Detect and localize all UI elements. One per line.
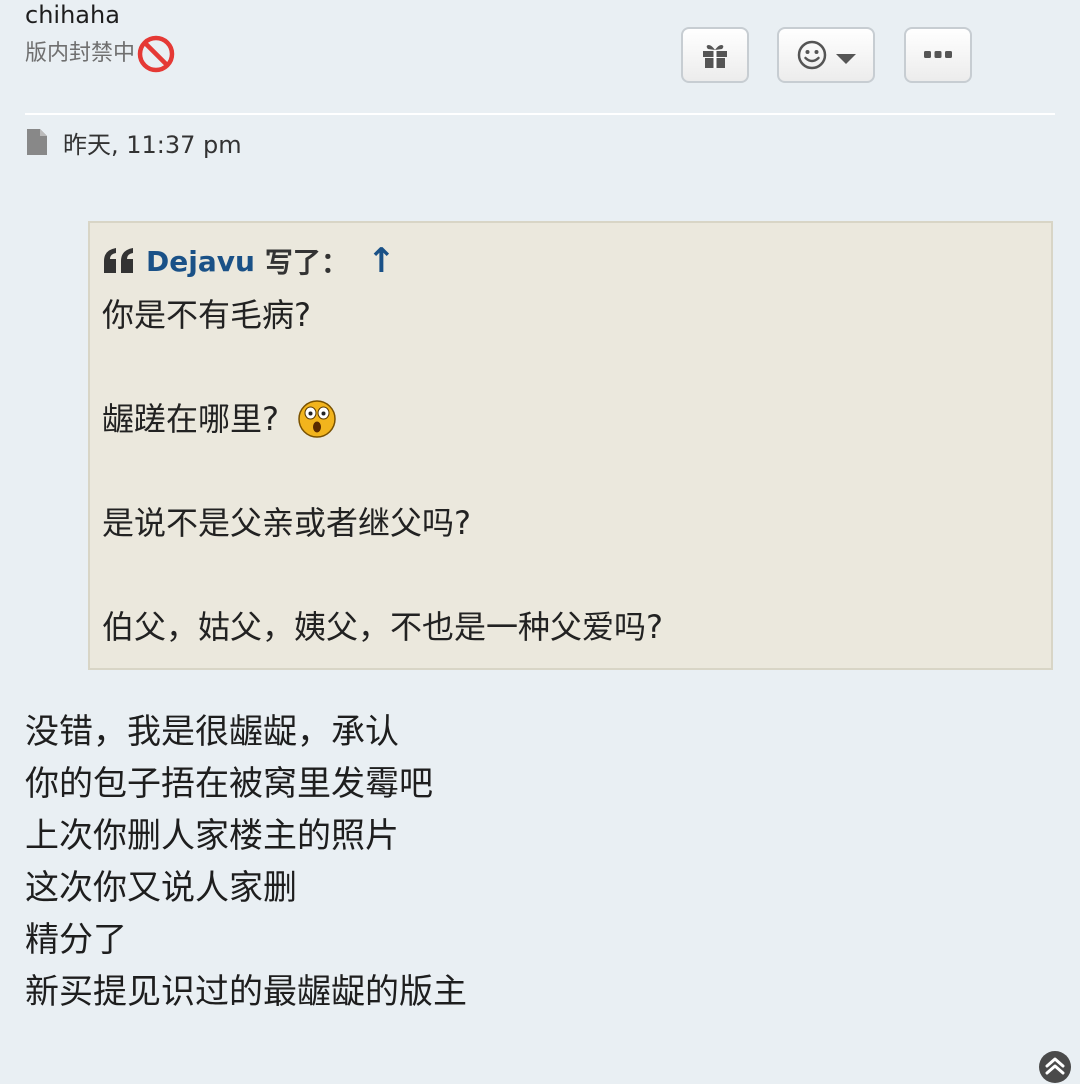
quote-author-link[interactable]: Dejavu <box>146 245 255 278</box>
smiley-icon <box>797 40 827 70</box>
prohibited-icon <box>137 35 175 73</box>
quote-header: Dejavu 写了： ↑ <box>102 237 1039 285</box>
quote-line-text: 龌蹉在哪里? <box>102 400 279 438</box>
header-divider <box>25 113 1055 115</box>
quote-icon <box>104 248 133 273</box>
rank-label: 版内封禁中 <box>25 41 136 66</box>
more-button[interactable] <box>904 27 972 83</box>
reply-line: 上次你删人家楼主的照片 <box>25 816 399 856</box>
post-date[interactable]: 昨天, 11:37 pm <box>25 124 242 160</box>
reply-text: 没错，我是很龌龊，承认 你的包子捂在被窝里发霉吧 上次你删人家楼主的照片 这次你… <box>25 706 467 1018</box>
quote-line: 龌蹉在哪里? <box>102 393 1039 445</box>
caret-down-icon <box>836 54 856 64</box>
document-icon <box>27 129 47 155</box>
quote-wrote-label: 写了： <box>264 246 349 279</box>
ellipsis-icon <box>924 51 952 58</box>
quote-line: 你是不有毛病? <box>102 296 311 334</box>
chevron-up-circle-icon[interactable] <box>1038 1050 1072 1084</box>
user-rank: 版内封禁中 <box>25 34 176 74</box>
react-button[interactable] <box>777 27 875 83</box>
username[interactable]: chihaha <box>25 0 120 30</box>
reply-line: 你的包子捂在被窝里发霉吧 <box>25 764 433 804</box>
reply-line: 这次你又说人家删 <box>25 868 297 908</box>
gift-button[interactable] <box>681 27 749 83</box>
reply-line: 没错，我是很龌龊，承认 <box>25 712 399 752</box>
gift-icon <box>703 44 727 68</box>
quote-jump-link[interactable]: ↑ <box>367 241 396 281</box>
post-date-text: 昨天, 11:37 pm <box>63 130 242 159</box>
reply-line: 精分了 <box>25 920 127 960</box>
quote-line: 是说不是父亲或者继父吗? <box>102 504 471 542</box>
shocked-face-icon <box>298 400 336 438</box>
reply-line: 新买提见识过的最龌龊的版主 <box>25 972 467 1012</box>
quote-line: 伯父，姑父，姨父，不也是一种父爱吗? <box>102 608 663 646</box>
quote-block: Dejavu 写了： ↑ 你是不有毛病? 龌蹉在哪里? 是说不是父亲或者继父吗?… <box>88 221 1053 670</box>
